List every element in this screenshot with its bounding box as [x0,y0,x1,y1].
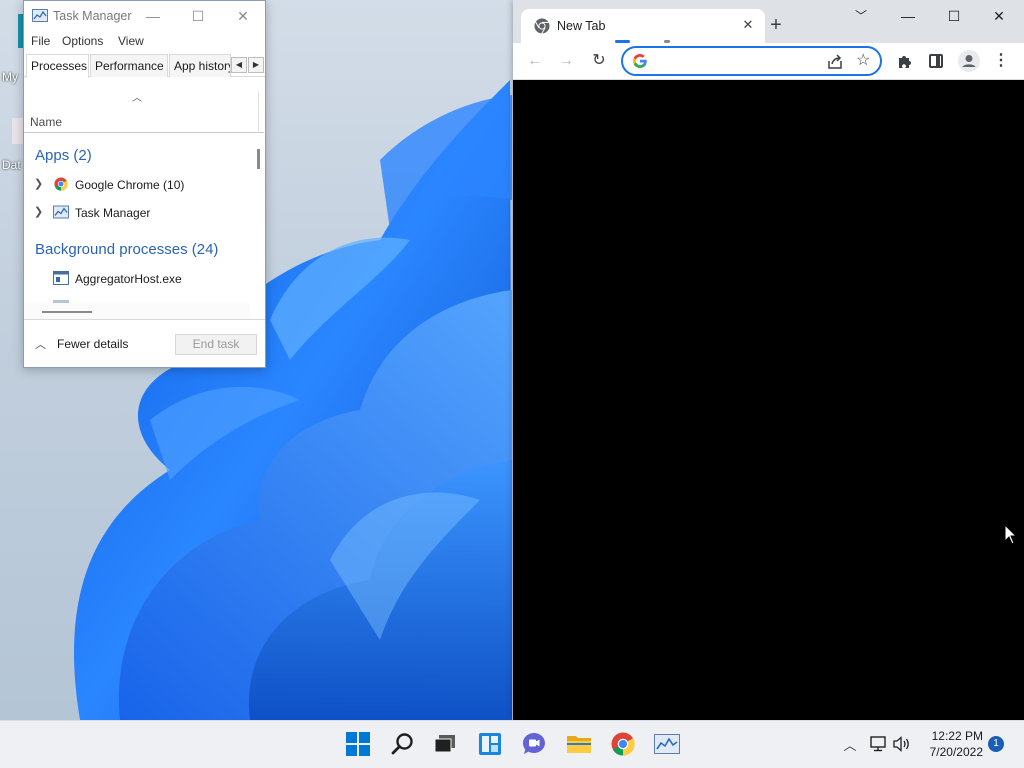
side-panel-icon[interactable] [929,54,943,68]
desktop-icon-label: Dat [2,158,21,172]
tab-app-history[interactable]: App history [169,54,231,77]
tab-search-chevron-icon[interactable]: ﹀ [849,6,873,26]
process-name: Task Manager [75,206,151,220]
show-hidden-icons-chevron-icon[interactable]: ︿ [840,735,860,753]
maximize-button[interactable]: ☐ [942,6,966,26]
task-manager-icon [53,205,69,219]
google-icon [633,54,647,68]
notification-badge[interactable]: 1 [988,736,1004,752]
chrome-icon [54,177,68,191]
group-header-background: Background processes (24) [35,241,219,258]
process-icon [53,271,69,285]
column-header-name[interactable]: Name [30,115,62,129]
extensions-icon[interactable] [896,52,914,70]
windows-start-icon[interactable] [346,732,370,756]
expand-chevron-icon[interactable]: ❯ [34,205,43,218]
widgets-icon[interactable] [478,732,502,756]
close-button[interactable]: ✕ [987,6,1011,26]
group-header-apps: Apps (2) [35,147,92,164]
tab-scroll-right-button[interactable]: ▶ [248,57,264,73]
task-manager-window: Task Manager — ☐ ✕ File Options View Pro… [23,0,266,368]
back-icon[interactable]: ← [524,50,546,72]
file-explorer-icon[interactable] [566,733,592,755]
reload-icon[interactable]: ↻ [588,50,610,72]
teams-chat-icon[interactable] [522,732,546,756]
chrome-icon[interactable] [611,732,635,756]
tab-title: New Tab [557,19,606,33]
minimize-button[interactable]: — [141,5,165,27]
forward-icon[interactable]: → [555,50,577,72]
tab-strip[interactable]: New Tab ✕ + ﹀ — ☐ ✕ [513,0,1024,43]
end-task-button[interactable]: End task [175,334,257,355]
search-icon[interactable] [391,732,415,756]
process-name: AggregatorHost.exe [75,272,182,286]
close-button[interactable]: ✕ [231,5,255,27]
task-manager-icon[interactable] [654,734,680,754]
process-row[interactable]: ❯ Task Manager [24,202,250,224]
profile-icon[interactable] [958,50,980,72]
task-view-icon[interactable] [434,734,456,754]
chevron-up-icon[interactable]: ︿ [35,336,46,352]
menu-icon[interactable]: ⋮ [993,50,1009,72]
horizontal-scroll-area [24,303,250,319]
process-name: Google Chrome (10) [75,178,185,192]
fewer-details-link[interactable]: Fewer details [57,337,128,351]
network-icon[interactable] [868,736,888,752]
menu-view[interactable]: View [118,34,144,48]
column-separator[interactable] [258,91,259,133]
footer-divider [24,319,265,320]
minimize-button[interactable]: — [896,6,920,26]
expand-chevron-icon[interactable]: ❯ [34,177,43,190]
desktop-icon-label: My [2,70,18,84]
address-input[interactable] [655,52,815,70]
clock-time[interactable]: 12:22 PM [925,729,983,743]
tab-close-icon[interactable]: ✕ [739,16,757,34]
menu-options[interactable]: Options [62,34,103,48]
chrome-window: New Tab ✕ + ﹀ — ☐ ✕ ← → ↻ ☆ ⋮ [513,0,1024,720]
menu-file[interactable]: File [31,34,50,48]
chrome-favicon-icon [534,18,550,34]
tab-processes[interactable]: Processes [26,54,89,78]
process-row[interactable]: AggregatorHost.exe [24,268,250,290]
sort-ascending-icon[interactable]: ︿ [132,89,142,104]
share-icon[interactable] [825,52,845,72]
tab-performance[interactable]: Performance [90,54,168,77]
address-bar[interactable]: ☆ [621,46,882,76]
volume-icon[interactable] [892,736,912,752]
window-title: Task Manager [53,9,132,23]
new-tab-button[interactable]: + [764,14,788,38]
title-bar[interactable]: Task Manager — ☐ ✕ [24,1,265,31]
star-icon[interactable]: ☆ [856,50,870,70]
tab-strip: Processes Performance App history ◀ ▶ [24,54,265,78]
mouse-cursor-icon [1004,524,1018,545]
browser-tab[interactable]: New Tab ✕ [521,9,765,43]
clock-date[interactable]: 7/20/2022 [918,745,983,759]
process-row[interactable]: ❯ Google Chrome (10) [24,174,250,196]
task-manager-icon [32,9,48,22]
page-content[interactable] [513,81,1024,720]
running-app-indicator [664,40,670,43]
horizontal-scrollbar[interactable] [42,311,92,313]
menu-bar: File Options View [24,32,265,52]
active-app-indicator [615,40,630,43]
tab-scroll-left-button[interactable]: ◀ [231,57,247,73]
maximize-button[interactable]: ☐ [186,5,210,27]
column-header: Name [24,91,264,133]
browser-toolbar: ← → ↻ ☆ ⋮ [513,43,1024,80]
vertical-scrollbar[interactable] [257,149,260,169]
